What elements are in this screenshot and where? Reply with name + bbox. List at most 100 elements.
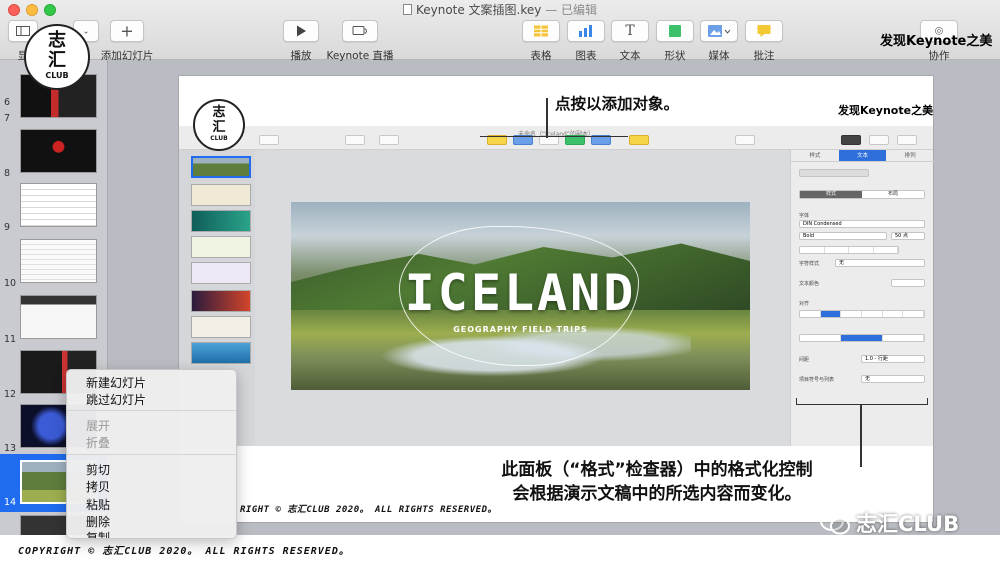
char-style-value: 无 [839, 260, 845, 266]
slide-number: 10 [4, 278, 17, 289]
comment-icon [757, 25, 771, 37]
keynote-live-button[interactable]: Keynote 直播 [325, 20, 395, 63]
font-size-value: 50 点 [895, 233, 908, 239]
watermark-inner: 发现Keynote之美 [838, 104, 934, 117]
menu-item-skip-slide[interactable]: 跳过幻灯片 [86, 391, 146, 408]
alignment-buttons [799, 310, 925, 318]
keynote-live-label: Keynote 直播 [326, 50, 394, 62]
window-titlebar: Keynote 文案插图.key — 已编辑 显 ⌄ + 添加幻灯片 播放 Ke… [0, 0, 1000, 63]
bullets-value: 无 [865, 376, 871, 382]
table-icon [534, 25, 548, 37]
iceland-slide: ICELAND GEOGRAPHY FIELD TRIPS [291, 202, 750, 390]
font-name-value: DIN Condensed [803, 221, 842, 227]
window-title: Keynote 文案插图.key — 已编辑 [0, 1, 1000, 18]
club-logo-badge: 志 汇 CLUB [24, 24, 90, 90]
menu-item-delete[interactable]: 删除 [86, 513, 110, 530]
slide-subtitle: GEOGRAPHY FIELD TRIPS [453, 325, 588, 334]
menu-item-copy[interactable]: 拷贝 [86, 478, 110, 495]
badge-char: 汇 [48, 50, 66, 71]
style-layout-segment: 样式 布局 [799, 190, 925, 199]
vertical-alignment-buttons [799, 334, 925, 342]
shape-button[interactable]: 形状 [656, 20, 694, 63]
menu-item-paste[interactable]: 粘贴 [86, 496, 110, 513]
table-button[interactable]: 表格 [522, 20, 560, 63]
comment-button[interactable]: 批注 [745, 20, 783, 63]
bullets-field: 无 [861, 375, 925, 383]
alignment-label: 对齐 [799, 301, 810, 307]
slide-thumbnail[interactable]: 9 [0, 183, 107, 233]
menu-item-cut[interactable]: 剪切 [86, 461, 110, 478]
comment-label: 批注 [753, 50, 775, 62]
play-button[interactable]: 播放 [283, 20, 319, 63]
collaborate-label: 协作 [928, 50, 950, 62]
media-button[interactable]: 媒体 [700, 20, 738, 63]
text-icon: T [625, 23, 635, 39]
slide-number: 13 [4, 443, 17, 454]
bullets-label: 项目符号与列表 [799, 377, 835, 383]
chart-button[interactable]: 图表 [567, 20, 605, 63]
callout-leader-top [546, 98, 548, 138]
document-name: Keynote 文案插图.key [415, 3, 542, 17]
add-slide-button[interactable]: + 添加幻灯片 [98, 20, 156, 63]
inner-thumb [191, 156, 251, 178]
text-color-label: 文本颜色 [799, 281, 820, 287]
inner-toolbar: 未命名（“Iceland”的副本） [179, 126, 933, 150]
inner-thumb [191, 342, 251, 364]
table-label: 表格 [530, 50, 552, 62]
badge-club-text: CLUB [45, 71, 69, 80]
text-button[interactable]: T 文本 [611, 20, 649, 63]
inner-slide-canvas: ICELAND GEOGRAPHY FIELD TRIPS [255, 150, 790, 446]
inner-thumb [191, 236, 251, 258]
inner-add-slide-button [259, 135, 279, 145]
tutorial-card: 未命名（“Iceland”的副本） [179, 76, 935, 522]
watermark-top: 发现Keynote之美 [880, 34, 993, 49]
menu-item-collapse: 折叠 [86, 436, 111, 450]
style-segment: 样式 [800, 191, 862, 198]
menu-item-duplicate[interactable]: 复制 [86, 529, 110, 538]
badge-char: 志 [212, 105, 226, 120]
callout-bracket-left [796, 398, 797, 405]
slide-context-menu: 新建幻灯片 跳过幻灯片 展开 折叠 剪切 拷贝 粘贴 删除 复制 [66, 369, 237, 539]
callout-format-inspector: 此面板（“格式”检查器）中的格式化控制 会根据演示文稿中的所选内容而变化。 [447, 458, 867, 506]
inspector-tab-style: 样式 [791, 150, 839, 162]
text-label: 文本 [619, 50, 641, 62]
inspector-tab-text: 文本 [838, 150, 887, 162]
slide-number: 11 [4, 334, 17, 345]
callout-line-1: 此面板（“格式”检查器）中的格式化控制 [501, 460, 813, 480]
inner-thumb [191, 262, 251, 284]
inner-thumb [191, 290, 251, 312]
inspector-tab-arrange: 排列 [886, 150, 935, 162]
paragraph-style-field [799, 169, 869, 177]
plus-icon: + [120, 21, 134, 41]
format-inspector: 样式 文本 排列 样式 布局 字体 DIN Condensed Bold 50 … [790, 150, 935, 446]
char-style-label: 字符样式 [799, 261, 820, 267]
menu-separator [67, 410, 236, 411]
char-style-field: 无 [835, 259, 925, 267]
callout-line-2: 会根据演示文稿中的所选内容而变化。 [512, 484, 802, 504]
inner-animate-button [869, 135, 889, 145]
inner-thumb [191, 316, 251, 338]
inspector-tabs: 样式 文本 排列 [791, 150, 935, 162]
menu-item-expand: 展开 [86, 419, 111, 433]
font-name-field: DIN Condensed [799, 220, 925, 228]
broadcast-icon [352, 26, 367, 35]
font-label: 字体 [799, 213, 810, 219]
text-color-well [891, 279, 925, 287]
document-icon [402, 4, 412, 15]
callout-bracket-right [927, 398, 928, 405]
slide-title: ICELAND [404, 264, 637, 322]
inner-document-button [897, 135, 917, 145]
badge-char: 志 [48, 30, 66, 51]
menu-item-new-slide[interactable]: 新建幻灯片 [86, 374, 146, 391]
slide-thumbnail[interactable]: 11 [0, 295, 107, 345]
slide-thumbnail[interactable]: 8 [0, 129, 107, 179]
inner-play-button [345, 135, 365, 145]
slide-thumbnail[interactable]: 10 [0, 239, 107, 289]
slide-number: 14 [4, 497, 17, 508]
slide-number: 7 [4, 113, 11, 124]
slide-number: 9 [4, 222, 11, 233]
media-label: 媒体 [708, 50, 730, 62]
wechat-label: 志汇CLUB [856, 512, 960, 536]
inner-thumb [191, 210, 251, 232]
inner-live-button [379, 135, 399, 145]
